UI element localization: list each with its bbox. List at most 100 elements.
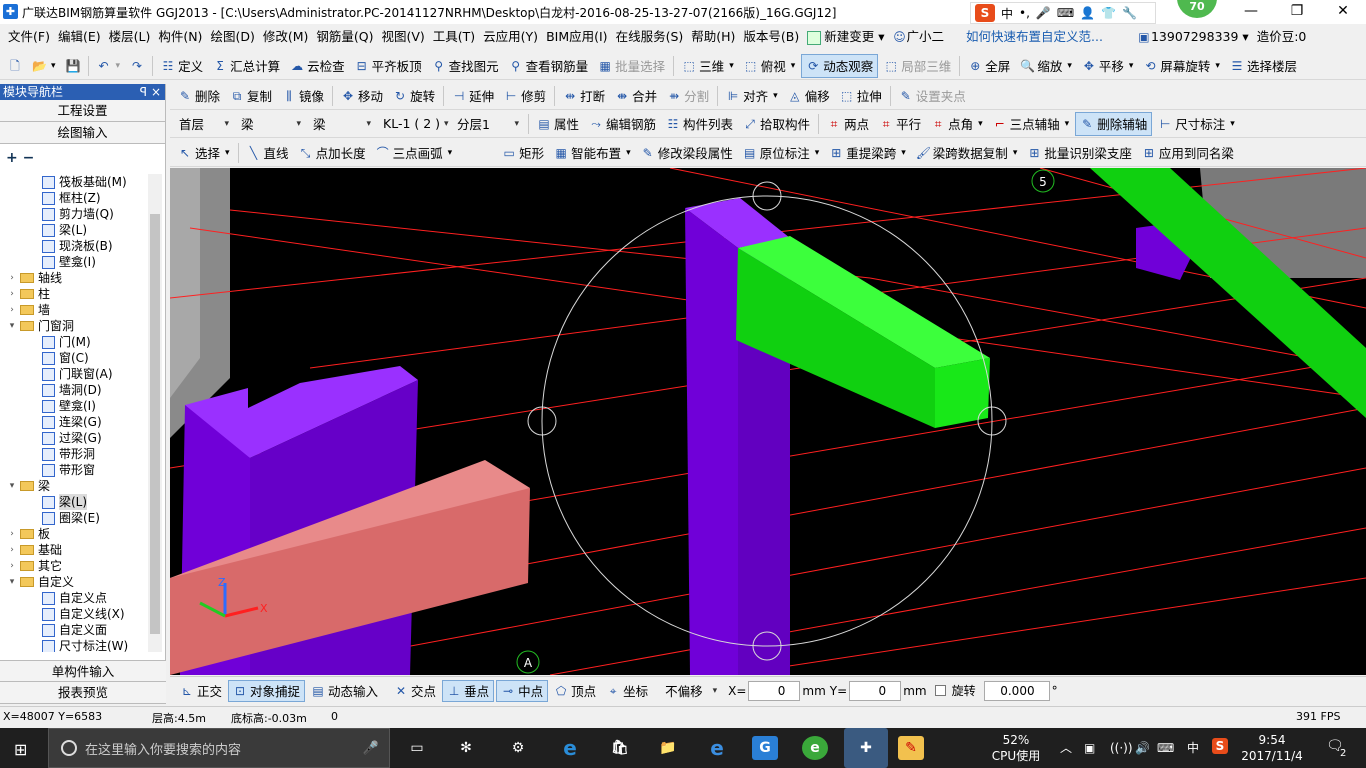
- top-view-button[interactable]: ⬚ 俯视: [740, 54, 800, 78]
- dynamic-input-toggle[interactable]: ▤ 动态输入: [307, 680, 382, 702]
- single-component-input-button[interactable]: 单构件输入: [0, 660, 166, 682]
- tree-node[interactable]: 剪力墙(Q): [4, 206, 148, 222]
- green-app-icon[interactable]: e: [802, 736, 828, 760]
- object-snap-toggle[interactable]: ⊡ 对象捕捉: [228, 679, 306, 702]
- collapse-icon[interactable]: ▾: [6, 318, 18, 334]
- rotate-checkbox[interactable]: [934, 685, 946, 696]
- tree-node[interactable]: 梁(L): [4, 494, 148, 510]
- intersection-snap[interactable]: ✕ 交点: [390, 680, 440, 702]
- expand-icon[interactable]: ›: [6, 558, 18, 574]
- delete-button[interactable]: ✎ 删除: [174, 84, 224, 108]
- tip-link[interactable]: 如何快速布置自定义范...: [962, 24, 1107, 50]
- pin-icon[interactable]: ꟼ: [140, 84, 147, 100]
- x-input[interactable]: [748, 680, 801, 701]
- scrollbar-thumb[interactable]: [150, 214, 160, 634]
- 3d-view-button[interactable]: ⬚ 三维: [678, 54, 738, 78]
- pinwheel-app-icon[interactable]: ✻: [453, 736, 479, 760]
- align-button[interactable]: ⊫ 对齐: [722, 84, 782, 108]
- edit-rebar-button[interactable]: ⤳ 编辑钢筋: [585, 112, 660, 136]
- tree-node[interactable]: 过梁(G): [4, 430, 148, 446]
- menu-component[interactable]: 构件(N): [154, 24, 206, 50]
- offset-select[interactable]: 不偏移: [660, 681, 722, 701]
- notes-app-icon[interactable]: ✎: [898, 736, 924, 760]
- tree-node[interactable]: 现浇板(B): [4, 238, 148, 254]
- move-button[interactable]: ✥ 移动: [337, 84, 387, 108]
- menu-view[interactable]: 视图(V): [377, 24, 428, 50]
- stretch-button[interactable]: ⬚ 拉伸: [836, 84, 886, 108]
- wifi-icon[interactable]: ((·)): [1110, 740, 1133, 756]
- floor-select[interactable]: 首层: [174, 114, 234, 134]
- menu-bim[interactable]: BIM应用(I): [542, 24, 612, 50]
- smart-layout-button[interactable]: ▦ 智能布置: [550, 141, 635, 165]
- project-settings-button[interactable]: 工程设置: [0, 100, 165, 122]
- glodon-ggj-icon[interactable]: ✚: [844, 728, 888, 768]
- drawing-input-button[interactable]: 绘图输入: [0, 122, 165, 144]
- expand-icon[interactable]: ›: [6, 270, 18, 286]
- point-angle-button[interactable]: ⌗ 点角: [927, 112, 987, 136]
- beans-count[interactable]: 造价豆:0: [1253, 24, 1311, 50]
- tree-node[interactable]: 带形窗: [4, 462, 148, 478]
- define-button[interactable]: ☷ 定义: [157, 54, 207, 78]
- tree-node[interactable]: 连梁(G): [4, 414, 148, 430]
- tree-node[interactable]: 门(M): [4, 334, 148, 350]
- cloud-check-button[interactable]: ☁ 云检查: [286, 54, 349, 78]
- tree-node[interactable]: 筏板基础(M): [4, 174, 148, 190]
- tree-node[interactable]: 门联窗(A): [4, 366, 148, 382]
- expand-icon[interactable]: ›: [6, 526, 18, 542]
- merge-button[interactable]: ⇼ 合并: [611, 84, 661, 108]
- apply-same-name-button[interactable]: ⊞ 应用到同名梁: [1138, 141, 1238, 165]
- pick-component-button[interactable]: ⤢ 拾取构件: [739, 112, 814, 136]
- settings-app-icon[interactable]: ⚙: [505, 736, 531, 760]
- zoom-button[interactable]: 🔍 缩放: [1016, 54, 1076, 78]
- menu-cloud[interactable]: 云应用(Y): [479, 24, 542, 50]
- menu-file[interactable]: 文件(F): [4, 24, 54, 50]
- screen-rotate-button[interactable]: ⟲ 屏幕旋转: [1139, 54, 1224, 78]
- tree-node[interactable]: › 墙: [4, 302, 148, 318]
- y-input[interactable]: [849, 680, 902, 701]
- cpu-usage[interactable]: 52% CPU使用: [990, 732, 1042, 764]
- 3d-viewport[interactable]: 5 A Z X: [170, 168, 1366, 675]
- report-preview-button[interactable]: 报表预览: [0, 682, 166, 704]
- keyboard-icon[interactable]: ⌨: [1057, 6, 1074, 20]
- expand-icon[interactable]: ›: [6, 302, 18, 318]
- menu-rebar[interactable]: 钢筋量(Q): [312, 24, 377, 50]
- ime-toolbar[interactable]: S 中 •, 🎤 ⌨ 👤 👕 🔧: [970, 2, 1156, 24]
- tree-node[interactable]: 带形洞: [4, 446, 148, 462]
- trim-button[interactable]: ⊢ 修剪: [500, 84, 550, 108]
- tree-node[interactable]: › 轴线: [4, 270, 148, 286]
- glodon-g-icon[interactable]: G: [752, 736, 778, 760]
- fullscreen-button[interactable]: ⊕ 全屏: [964, 54, 1014, 78]
- tree-node[interactable]: ▾ 门窗洞: [4, 318, 148, 334]
- expand-icon[interactable]: ›: [6, 542, 18, 558]
- pan-button[interactable]: ✥ 平移: [1078, 54, 1138, 78]
- expand-collapse-tools[interactable]: + −: [0, 144, 165, 172]
- tree-node[interactable]: 窗(C): [4, 350, 148, 366]
- select-floor-button[interactable]: ☰ 选择楼层: [1226, 54, 1301, 78]
- skin-icon[interactable]: 👕: [1101, 6, 1116, 20]
- re-extract-span-button[interactable]: ⊞ 重提梁跨: [825, 141, 910, 165]
- tree-node[interactable]: 墙洞(D): [4, 382, 148, 398]
- menu-help[interactable]: 帮助(H): [687, 24, 739, 50]
- task-view-icon[interactable]: ▭: [404, 736, 430, 760]
- span-data-copy-button[interactable]: 🖌 梁跨数据复制: [912, 141, 1022, 165]
- two-point-button[interactable]: ⌗ 两点: [823, 112, 873, 136]
- tree-node[interactable]: 框柱(Z): [4, 190, 148, 206]
- layer-select[interactable]: 分层1: [452, 114, 524, 134]
- point-length-button[interactable]: ⤡ 点加长度: [295, 141, 370, 165]
- mirror-button[interactable]: ⫼ 镜像: [278, 84, 328, 108]
- vertex-snap[interactable]: ⬠ 顶点: [550, 680, 600, 702]
- phone-account[interactable]: ▣13907298339 ▾: [1133, 24, 1253, 50]
- select-button[interactable]: ↖ 选择: [174, 141, 234, 165]
- tree-node[interactable]: › 柱: [4, 286, 148, 302]
- tray-app-icon[interactable]: ▣: [1084, 740, 1095, 756]
- menu-edit[interactable]: 编辑(E): [54, 24, 105, 50]
- store-icon[interactable]: 🛍: [607, 736, 633, 760]
- three-point-axis-button[interactable]: ⌐ 三点辅轴: [989, 112, 1074, 136]
- perpendicular-snap[interactable]: ⊥ 垂点: [442, 679, 495, 702]
- tree-node[interactable]: ▾ 自定义: [4, 574, 148, 590]
- three-point-arc-button[interactable]: ⌒ 三点画弧: [372, 141, 457, 165]
- tree-node[interactable]: › 板: [4, 526, 148, 542]
- windows-start-icon[interactable]: ⊞: [14, 740, 27, 759]
- view-rebar-button[interactable]: ⚲ 查看钢筋量: [505, 54, 593, 78]
- midpoint-snap[interactable]: ⊸ 中点: [496, 679, 549, 702]
